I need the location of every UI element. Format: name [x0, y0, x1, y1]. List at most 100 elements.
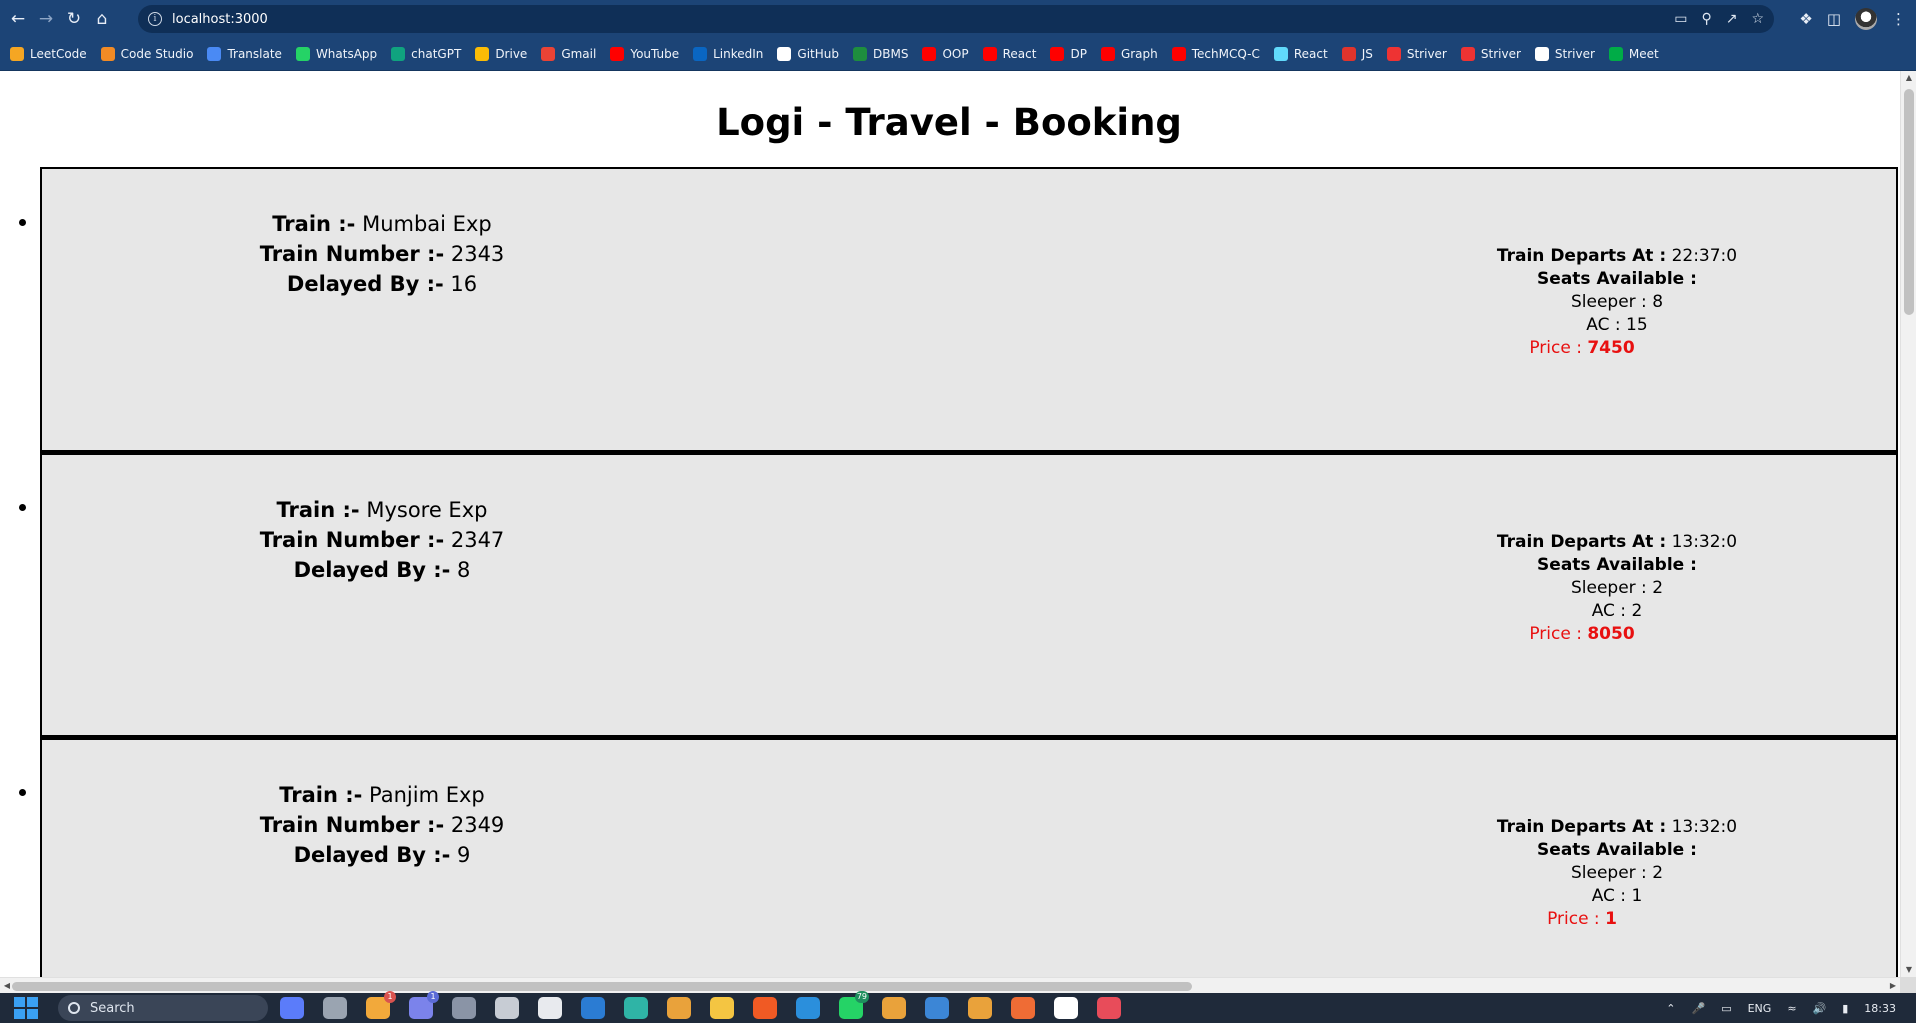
- chrome-icon[interactable]: [667, 997, 691, 1019]
- language-indicator[interactable]: ENG: [1748, 1002, 1772, 1015]
- page-viewport: Logi - Travel - Booking Train :- Mumbai …: [0, 71, 1900, 977]
- bookmark-item[interactable]: Drive: [475, 47, 527, 61]
- bookmark-star-icon[interactable]: ☆: [1751, 11, 1764, 27]
- address-bar[interactable]: i localhost:3000 ▭ ⚲ ↗ ☆: [138, 5, 1774, 33]
- copilot-icon[interactable]: [280, 997, 304, 1019]
- youtube-icon: [1100, 47, 1115, 61]
- url-text[interactable]: localhost:3000: [172, 12, 268, 27]
- horizontal-scrollbar[interactable]: ◀ ▶: [0, 977, 1900, 993]
- photos-icon[interactable]: [925, 997, 949, 1019]
- bookmark-item[interactable]: OOP: [922, 47, 969, 61]
- ac-seats: 2: [1631, 601, 1643, 621]
- clock[interactable]: 18:33: [1864, 1002, 1896, 1015]
- chrome-icon[interactable]: [968, 997, 992, 1019]
- edge-icon[interactable]: [624, 997, 648, 1019]
- bookmark-item[interactable]: DP: [1050, 47, 1087, 61]
- settings-icon[interactable]: [452, 997, 476, 1019]
- chrome-profile-icon[interactable]: [882, 997, 906, 1019]
- bookmark-label: TechMCQ-C: [1191, 47, 1260, 61]
- browser-toolbar: ← → ↻ ⌂ i localhost:3000 ▭ ⚲ ↗ ☆ ❖ ◫ ⋮: [0, 0, 1916, 38]
- sleeper-seats: 8: [1652, 292, 1664, 312]
- home-icon[interactable]: ⌂: [88, 5, 116, 33]
- volume-icon[interactable]: 🔊: [1813, 1002, 1827, 1015]
- microphone-icon[interactable]: 🎤: [1692, 1002, 1706, 1015]
- list-bullet: [19, 219, 26, 226]
- bookmark-item[interactable]: JS: [1341, 47, 1373, 61]
- bookmark-label: GitHub: [797, 47, 840, 61]
- bookmark-item[interactable]: Graph: [1100, 47, 1158, 61]
- forward-arrow-icon[interactable]: →: [32, 5, 60, 33]
- bookmark-label: DP: [1070, 47, 1087, 61]
- bookmark-item[interactable]: React: [982, 47, 1036, 61]
- teams-icon[interactable]: 1: [409, 991, 439, 1019]
- site-info-icon[interactable]: i: [148, 12, 162, 26]
- train-name: Mysore Exp: [366, 498, 488, 522]
- vscode-icon[interactable]: [796, 997, 820, 1019]
- train-number-label: Train Number :-: [259, 813, 445, 837]
- delay-label: Delayed By :-: [286, 272, 444, 296]
- snipping-icon[interactable]: [1097, 997, 1121, 1019]
- brave-icon[interactable]: [753, 997, 777, 1019]
- bookmark-item[interactable]: Code Studio: [100, 47, 193, 61]
- hexagon-icon[interactable]: [495, 997, 519, 1019]
- vertical-scrollbar[interactable]: ▲ ▼: [1900, 71, 1916, 977]
- file-icon[interactable]: [323, 997, 347, 1019]
- bookmark-item[interactable]: Striver: [1534, 47, 1595, 61]
- horizontal-scroll-thumb[interactable]: [12, 982, 1192, 991]
- bookmark-item[interactable]: chatGPT: [391, 47, 461, 61]
- striver-icon: [1460, 47, 1475, 61]
- bookmark-item[interactable]: LinkedIn: [693, 47, 763, 61]
- store-icon[interactable]: [538, 997, 562, 1019]
- reload-icon[interactable]: ↻: [60, 5, 88, 33]
- scroll-up-arrow-icon[interactable]: ▲: [1901, 71, 1916, 85]
- display-icon[interactable]: ▭: [1721, 1002, 1731, 1015]
- scroll-down-arrow-icon[interactable]: ▼: [1901, 963, 1916, 977]
- bookmark-item[interactable]: TechMCQ-C: [1171, 47, 1260, 61]
- price-line: Price : 1: [1392, 908, 1772, 931]
- vertical-scroll-thumb[interactable]: [1904, 89, 1914, 315]
- share-icon[interactable]: ↗: [1726, 11, 1738, 27]
- bookmark-item[interactable]: WhatsApp: [295, 47, 377, 61]
- price-value: 1: [1605, 909, 1617, 929]
- sleeper-seats: 2: [1652, 863, 1664, 883]
- scroll-right-arrow-icon[interactable]: ▶: [1886, 978, 1900, 994]
- chatgpt-icon: [391, 47, 406, 61]
- bookmark-item[interactable]: Translate: [207, 47, 282, 61]
- taskbar-search[interactable]: Search: [58, 995, 268, 1021]
- browser-menu-icon[interactable]: ⋮: [1891, 10, 1906, 28]
- back-arrow-icon[interactable]: ←: [4, 5, 32, 33]
- widget-icon[interactable]: 1: [366, 991, 396, 1019]
- bookmark-item[interactable]: Gmail: [541, 47, 596, 61]
- leetcode-icon: [10, 47, 24, 61]
- train-number: 2343: [450, 242, 505, 266]
- wifi-icon[interactable]: ≈: [1787, 1002, 1796, 1015]
- profile-avatar[interactable]: [1855, 8, 1877, 30]
- side-panel-icon[interactable]: ◫: [1827, 10, 1841, 28]
- start-button[interactable]: [12, 995, 38, 1021]
- search-icon: [68, 1002, 80, 1014]
- todo-icon[interactable]: [581, 997, 605, 1019]
- install-app-icon[interactable]: ▭: [1674, 11, 1687, 27]
- folder-icon[interactable]: [710, 997, 734, 1019]
- postman-icon[interactable]: [1011, 997, 1035, 1019]
- bookmark-item[interactable]: Striver: [1386, 47, 1447, 61]
- list-bullet: [19, 789, 26, 796]
- bookmark-item[interactable]: React: [1273, 47, 1328, 61]
- bookmark-item[interactable]: YouTube: [610, 47, 679, 61]
- bookmark-item[interactable]: GitHub: [777, 47, 839, 61]
- whatsapp-icon: [295, 47, 310, 61]
- battery-icon[interactable]: ▮: [1842, 1002, 1848, 1015]
- seats-label: Seats Available :: [1537, 269, 1697, 289]
- whatsapp-icon[interactable]: 79: [839, 991, 869, 1019]
- bookmark-item[interactable]: LeetCode: [10, 47, 87, 61]
- bookmark-item[interactable]: DBMS: [853, 47, 908, 61]
- tray-overflow-icon[interactable]: ⌃: [1666, 1002, 1675, 1015]
- train-main-info: Train :- Panjim Exp Train Number :- 2349…: [232, 780, 532, 870]
- extensions-icon[interactable]: ❖: [1799, 10, 1812, 28]
- price-value: 8050: [1587, 624, 1635, 644]
- train-booking-info: Train Departs At : 13:32:0 Seats Availab…: [1462, 816, 1772, 931]
- zoom-icon[interactable]: ⚲: [1701, 11, 1711, 27]
- github-desktop-icon[interactable]: [1054, 997, 1078, 1019]
- bookmark-item[interactable]: Striver: [1460, 47, 1521, 61]
- bookmark-item[interactable]: Meet: [1608, 47, 1659, 61]
